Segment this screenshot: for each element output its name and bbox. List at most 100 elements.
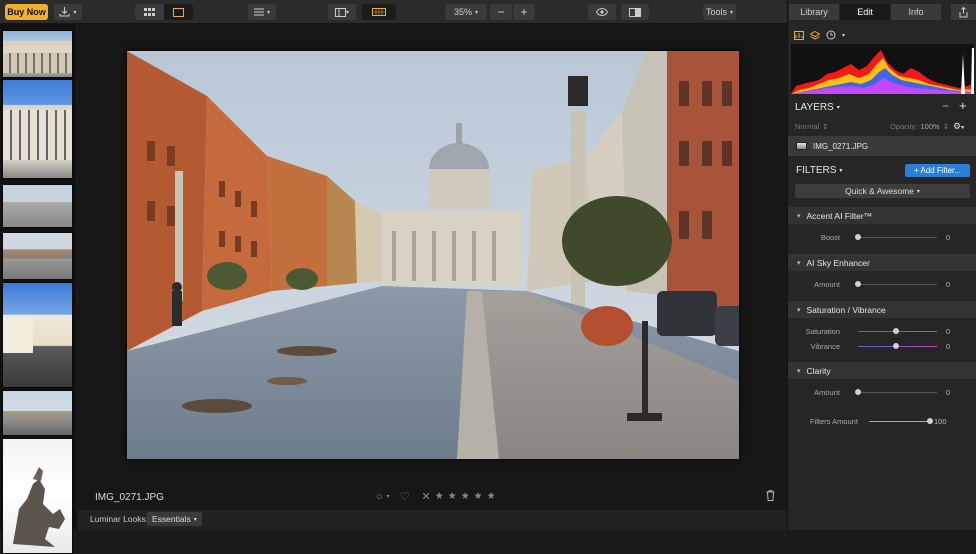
slider-value: 0 (945, 280, 950, 289)
thumbnail[interactable] (2, 438, 73, 554)
compare-button[interactable] (621, 4, 649, 20)
export-button[interactable]: ▾ (54, 4, 82, 20)
add-filter-button[interactable]: + Add Filter... (905, 164, 970, 177)
star-icon[interactable]: ★ (448, 491, 457, 502)
thumbnail[interactable] (2, 184, 73, 228)
main-photo[interactable] (127, 51, 739, 459)
chevron-down-icon: ▾ (193, 516, 197, 523)
history-icon[interactable] (826, 30, 836, 40)
sidebar-toggle-button[interactable]: ▾ (328, 4, 356, 20)
thumbnail[interactable] (2, 390, 73, 436)
star-icon[interactable]: ★ (474, 491, 483, 502)
slider-knob[interactable] (893, 328, 899, 334)
histogram-icon[interactable] (794, 30, 804, 40)
slider-row: Vibrance 0 (788, 340, 976, 352)
preview-button[interactable] (588, 4, 616, 20)
zoom-out-button[interactable]: − (490, 4, 512, 20)
share-button[interactable] (951, 4, 976, 20)
download-icon (59, 7, 70, 17)
slider-knob[interactable] (893, 343, 899, 349)
remove-layer-button[interactable]: − (942, 99, 949, 113)
filter-name: Saturation / Vibrance (806, 304, 886, 315)
layers-title: LAYERS (795, 102, 834, 113)
buy-now-button[interactable]: Buy Now (5, 4, 48, 20)
heart-icon[interactable]: ♡ (400, 490, 410, 503)
filter-header[interactable]: ▾ Accent AI Filter™ (788, 207, 976, 224)
zoom-dropdown[interactable]: 35% ▾ (445, 4, 487, 20)
sidebar-icon (334, 7, 346, 17)
looks-dropdown[interactable]: Essentials ▾ (147, 512, 202, 526)
histogram-toolbar: ▾ (794, 30, 845, 40)
compare-icon (629, 7, 641, 17)
star-icon[interactable]: ★ (435, 491, 444, 502)
filters-amount-track[interactable] (869, 418, 933, 424)
slider-track[interactable] (858, 284, 937, 285)
layer-name: IMG_0271.JPG (813, 141, 869, 151)
layer-thumbnail (796, 142, 807, 150)
panel-toggle: ▾ (328, 4, 396, 20)
blend-mode-dropdown[interactable]: Normal ⇕ (795, 122, 828, 131)
looks-label: Luminar Looks: (90, 514, 149, 524)
view-mode-toggle (135, 4, 193, 20)
star-icon[interactable]: ★ (487, 491, 496, 502)
reject-icon[interactable]: ✕ (422, 490, 431, 503)
star-icon[interactable]: ★ (461, 491, 470, 502)
collapse-icon[interactable]: ▾ (797, 259, 801, 267)
statue-image (13, 467, 65, 547)
layers-header[interactable]: LAYERS ▾ (795, 102, 840, 113)
slider-label: Amount (814, 280, 840, 289)
panel-tabs: Library Edit Info (788, 4, 976, 20)
thumbnail[interactable] (2, 79, 73, 179)
single-view-button[interactable] (164, 4, 193, 20)
looks-value: Essentials (152, 514, 191, 524)
filter-header[interactable]: ▾ Saturation / Vibrance (788, 301, 976, 318)
filter-header[interactable]: ▾ AI Sky Enhancer (788, 254, 976, 271)
filmstrip-toggle-button[interactable] (362, 4, 396, 20)
slider-knob[interactable] (855, 281, 861, 287)
chevron-updown-icon: ⇕ (822, 122, 829, 131)
single-image-icon (173, 7, 184, 17)
slider-value: 0 (945, 388, 950, 397)
filters-amount-fill (869, 421, 930, 422)
slider-label: Boost (820, 233, 840, 242)
thumbnail[interactable] (2, 232, 73, 280)
slider-knob[interactable] (855, 234, 861, 240)
blend-mode-value: Normal (795, 122, 820, 131)
layer-settings-button[interactable]: ⚙▾ (953, 121, 964, 132)
collapse-icon[interactable]: ▾ (797, 212, 801, 220)
sort-button[interactable]: ▾ (248, 4, 276, 20)
grid-view-button[interactable] (135, 4, 164, 20)
tab-edit[interactable]: Edit (840, 4, 890, 20)
collapse-icon[interactable]: ▾ (797, 367, 801, 375)
slider-value: 0 (945, 327, 950, 336)
filters-amount-row: Filters Amount 100 (788, 415, 976, 429)
tab-library[interactable]: Library (789, 4, 839, 20)
zoom-in-button[interactable]: + (513, 4, 535, 20)
slider-track[interactable] (858, 237, 937, 238)
chevron-down-icon: ▾ (386, 494, 390, 500)
filter-name: Accent AI Filter™ (806, 210, 873, 221)
delete-button[interactable] (766, 490, 775, 503)
tools-menu[interactable]: Tools ▾ (703, 4, 736, 20)
filters-amount-knob[interactable] (927, 418, 933, 424)
collapse-icon[interactable]: ▾ (797, 306, 801, 314)
filter-header[interactable]: ▾ Clarity (788, 362, 976, 379)
slider-row: Amount 0 (788, 278, 976, 290)
gear-icon: ⚙ (953, 121, 962, 131)
color-label-icon[interactable]: ○ (376, 491, 383, 503)
preset-dropdown[interactable]: Quick & Awesome ▾ (795, 184, 970, 198)
thumbnail[interactable] (2, 30, 73, 78)
eye-icon (596, 8, 608, 16)
slider-knob[interactable] (855, 389, 861, 395)
tab-info[interactable]: Info (891, 4, 941, 20)
thumbnail[interactable] (2, 282, 73, 388)
opacity-control[interactable]: Opacity: 100% ⇕ (890, 122, 949, 131)
slider-track[interactable] (858, 392, 937, 393)
slider-row: Boost 0 (788, 231, 976, 243)
layer-row[interactable]: IMG_0271.JPG (788, 136, 976, 156)
layers-icon[interactable] (810, 30, 820, 40)
filters-header[interactable]: FILTERS ▾ (796, 165, 842, 176)
slider-value: 0 (945, 233, 950, 242)
add-layer-button[interactable]: + (959, 98, 967, 113)
filter-name: AI Sky Enhancer (806, 257, 870, 268)
